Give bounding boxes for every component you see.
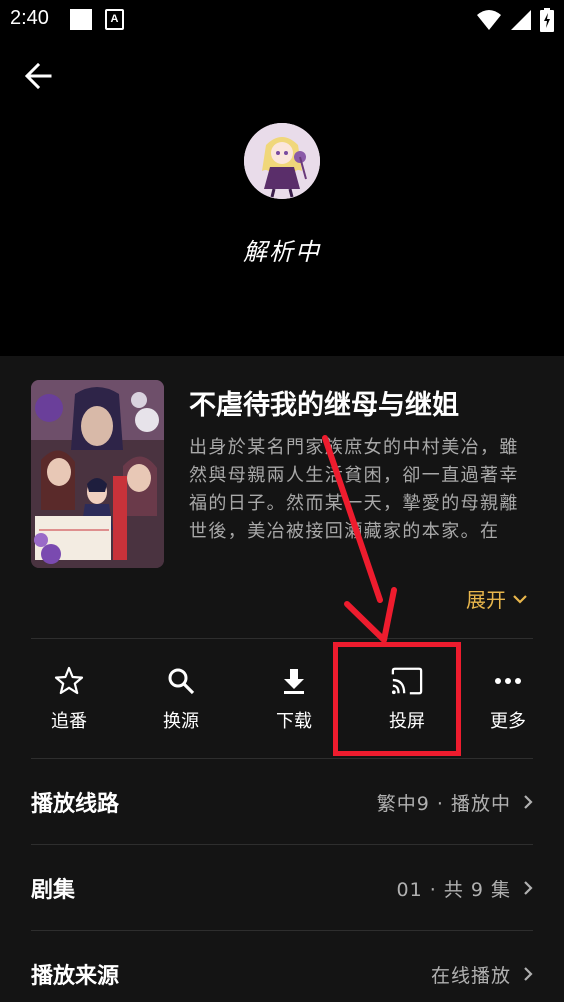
download-button[interactable]: 下载 [244,640,344,758]
description-text: 出身於某名門家族庶女的中村美冶，雖然與母親兩人生活貧困，卻一直過著幸福的日子。然… [189,437,519,542]
download-icon [278,665,310,697]
playback-line-row[interactable]: 播放线路 繁中9 · 播放中 [31,759,533,845]
anime-description: 出身於某名門家族庶女的中村美冶，雖然與母親兩人生活貧困，卻一直過著幸福的日子。然… [189,434,534,546]
playback-line-value-text: 繁中9 · 播放中 [376,792,511,815]
wifi-icon [477,10,501,30]
playback-source-value: 在线播放 [431,961,533,988]
episodes-value-text: 01 · 共 9 集 [396,878,511,901]
divider [31,638,533,639]
search-icon [165,665,197,697]
episodes-label: 剧集 [31,878,76,903]
notification-square-icon [70,9,92,30]
chevron-right-icon [524,795,533,809]
chibi-character-icon [244,123,320,199]
status-time: 2:40 [10,7,49,29]
loading-avatar [244,123,320,199]
parsing-status: 解析中 [243,238,321,266]
signal-icon [511,10,531,30]
episodes-value: 01 · 共 9 集 [397,875,533,902]
playback-source-label: 播放来源 [31,964,120,989]
playback-source-row[interactable]: 播放来源 在线播放 [31,931,533,1002]
download-label: 下载 [276,711,312,732]
playback-line-label: 播放线路 [31,792,120,817]
follow-label: 追番 [51,711,87,732]
playback-line-value: 繁中9 · 播放中 [377,789,533,816]
expand-label: 展开 [466,588,506,612]
video-player[interactable]: 解析中 [0,40,564,356]
chevron-down-icon [513,594,527,604]
status-icons [476,8,554,32]
a-badge-icon: A [105,9,124,30]
more-icon [492,665,524,697]
playback-source-value-text: 在线播放 [430,964,511,987]
detail-panel: 不虐待我的继母与继姐 出身於某名門家族庶女的中村美冶，雖然與母親兩人生活貧困，卻… [0,356,564,1002]
status-bar: 2:40 A [0,0,564,40]
back-button[interactable] [20,58,56,94]
back-arrow-icon [24,63,52,89]
chevron-right-icon [524,881,533,895]
more-button[interactable]: 更多 [458,640,558,758]
cast-highlight-box [333,642,461,756]
expand-button[interactable]: 展开 [466,584,528,613]
more-label: 更多 [490,711,526,732]
chevron-right-icon [524,967,533,981]
change-source-label: 换源 [163,711,199,732]
anime-cover[interactable] [31,380,164,568]
follow-button[interactable]: 追番 [19,640,119,758]
cover-art-icon [31,380,164,568]
anime-title: 不虐待我的继母与继姐 [189,390,459,421]
star-icon [53,665,85,697]
battery-icon [540,8,554,32]
change-source-button[interactable]: 换源 [131,640,231,758]
action-bar: 追番 换源 下载 投屏 更多 [0,640,564,758]
episodes-row[interactable]: 剧集 01 · 共 9 集 [31,845,533,931]
